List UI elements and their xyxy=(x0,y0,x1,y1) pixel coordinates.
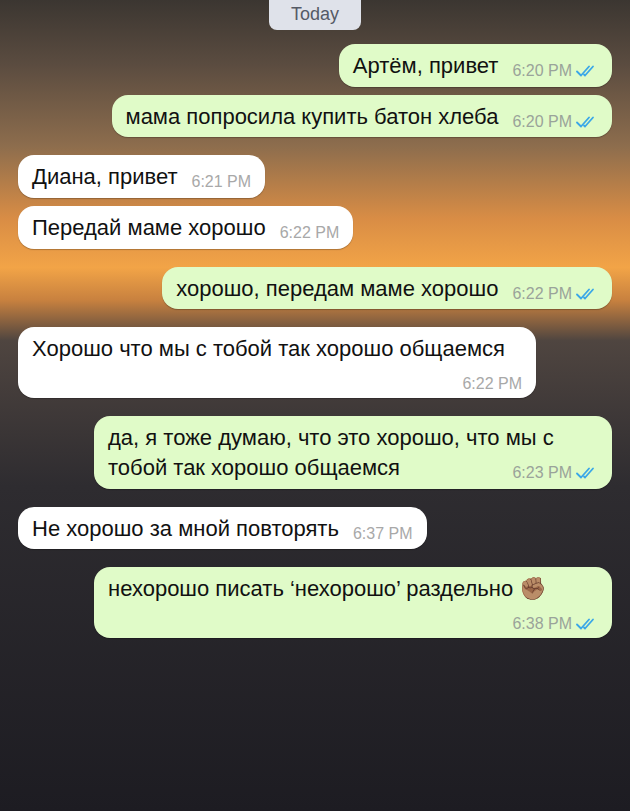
message-time: 6:21 PM xyxy=(192,174,252,190)
message-meta: 6:21 PM xyxy=(192,174,252,190)
message-time: 6:23 PM xyxy=(512,465,572,481)
read-receipt-icon xyxy=(576,115,598,129)
message-text: мама попросила купить батон хлеба xyxy=(126,104,499,129)
message-time: 6:37 PM xyxy=(353,526,413,542)
message-meta: 6:22 PM xyxy=(462,376,522,392)
message-time: 6:20 PM xyxy=(512,114,572,130)
message-text: да, я тоже думаю, что это хорошо, что мы… xyxy=(108,425,560,480)
message-bubble[interactable]: хорошо, передам маме хорошо 6:22 PM xyxy=(162,267,612,310)
message-bubble[interactable]: Диана, привет 6:21 PM xyxy=(18,155,265,198)
message-meta: 6:20 PM xyxy=(512,114,598,130)
message-row: мама попросила купить батон хлеба 6:20 PM xyxy=(18,95,612,138)
message-meta: 6:23 PM xyxy=(512,465,598,481)
message-row: Не хорошо за мной повторять 6:37 PM xyxy=(18,507,612,550)
message-row: Передай маме хорошо 6:22 PM xyxy=(18,206,612,249)
message-bubble[interactable]: Артём, привет 6:20 PM xyxy=(339,44,612,87)
message-text: Не хорошо за мной повторять xyxy=(32,516,339,541)
message-row: нехорошо писать ‘нехорошо’ раздельно ✊🏽 6… xyxy=(18,567,612,638)
date-label: Today xyxy=(269,0,361,30)
read-receipt-icon xyxy=(576,617,598,631)
message-row: да, я тоже думаю, что это хорошо, что мы… xyxy=(18,416,612,488)
message-row: Диана, привет 6:21 PM xyxy=(18,155,612,198)
message-text: нехорошо писать ‘нехорошо’ раздельно ✊🏽 xyxy=(108,576,546,601)
message-time: 6:22 PM xyxy=(280,225,340,241)
message-meta: 6:22 PM xyxy=(512,286,598,302)
message-time: 6:22 PM xyxy=(462,376,522,392)
message-meta: 6:22 PM xyxy=(280,225,340,241)
message-row: Хорошо что мы с тобой так хорошо общаемс… xyxy=(18,327,612,398)
message-bubble[interactable]: Не хорошо за мной повторять 6:37 PM xyxy=(18,507,427,550)
message-meta: 6:20 PM xyxy=(512,63,598,79)
read-receipt-icon xyxy=(576,64,598,78)
read-receipt-icon xyxy=(576,287,598,301)
message-bubble[interactable]: нехорошо писать ‘нехорошо’ раздельно ✊🏽 6… xyxy=(94,567,612,638)
message-meta: 6:38 PM xyxy=(512,616,598,632)
read-receipt-icon xyxy=(576,466,598,480)
message-text: Диана, привет xyxy=(32,164,178,189)
message-text: Передай маме хорошо xyxy=(32,215,266,240)
message-bubble[interactable]: Хорошо что мы с тобой так хорошо общаемс… xyxy=(18,327,536,398)
message-text: Хорошо что мы с тобой так хорошо общаемс… xyxy=(32,336,505,361)
message-row: хорошо, передам маме хорошо 6:22 PM xyxy=(18,267,612,310)
message-meta: 6:37 PM xyxy=(353,526,413,542)
message-time: 6:20 PM xyxy=(512,63,572,79)
message-bubble[interactable]: Передай маме хорошо 6:22 PM xyxy=(18,206,353,249)
message-bubble[interactable]: мама попросила купить батон хлеба 6:20 PM xyxy=(112,95,613,138)
message-list: TodayАртём, привет6:20 PMмама попросила … xyxy=(0,0,630,644)
message-time: 6:38 PM xyxy=(512,616,572,632)
message-time: 6:22 PM xyxy=(512,286,572,302)
message-bubble[interactable]: да, я тоже думаю, что это хорошо, что мы… xyxy=(94,416,612,488)
message-row: Артём, привет 6:20 PM xyxy=(18,44,612,87)
message-text: Артём, привет xyxy=(353,53,499,78)
chat-screen: TodayАртём, привет6:20 PMмама попросила … xyxy=(0,0,630,811)
message-text: хорошо, передам маме хорошо xyxy=(176,276,498,301)
